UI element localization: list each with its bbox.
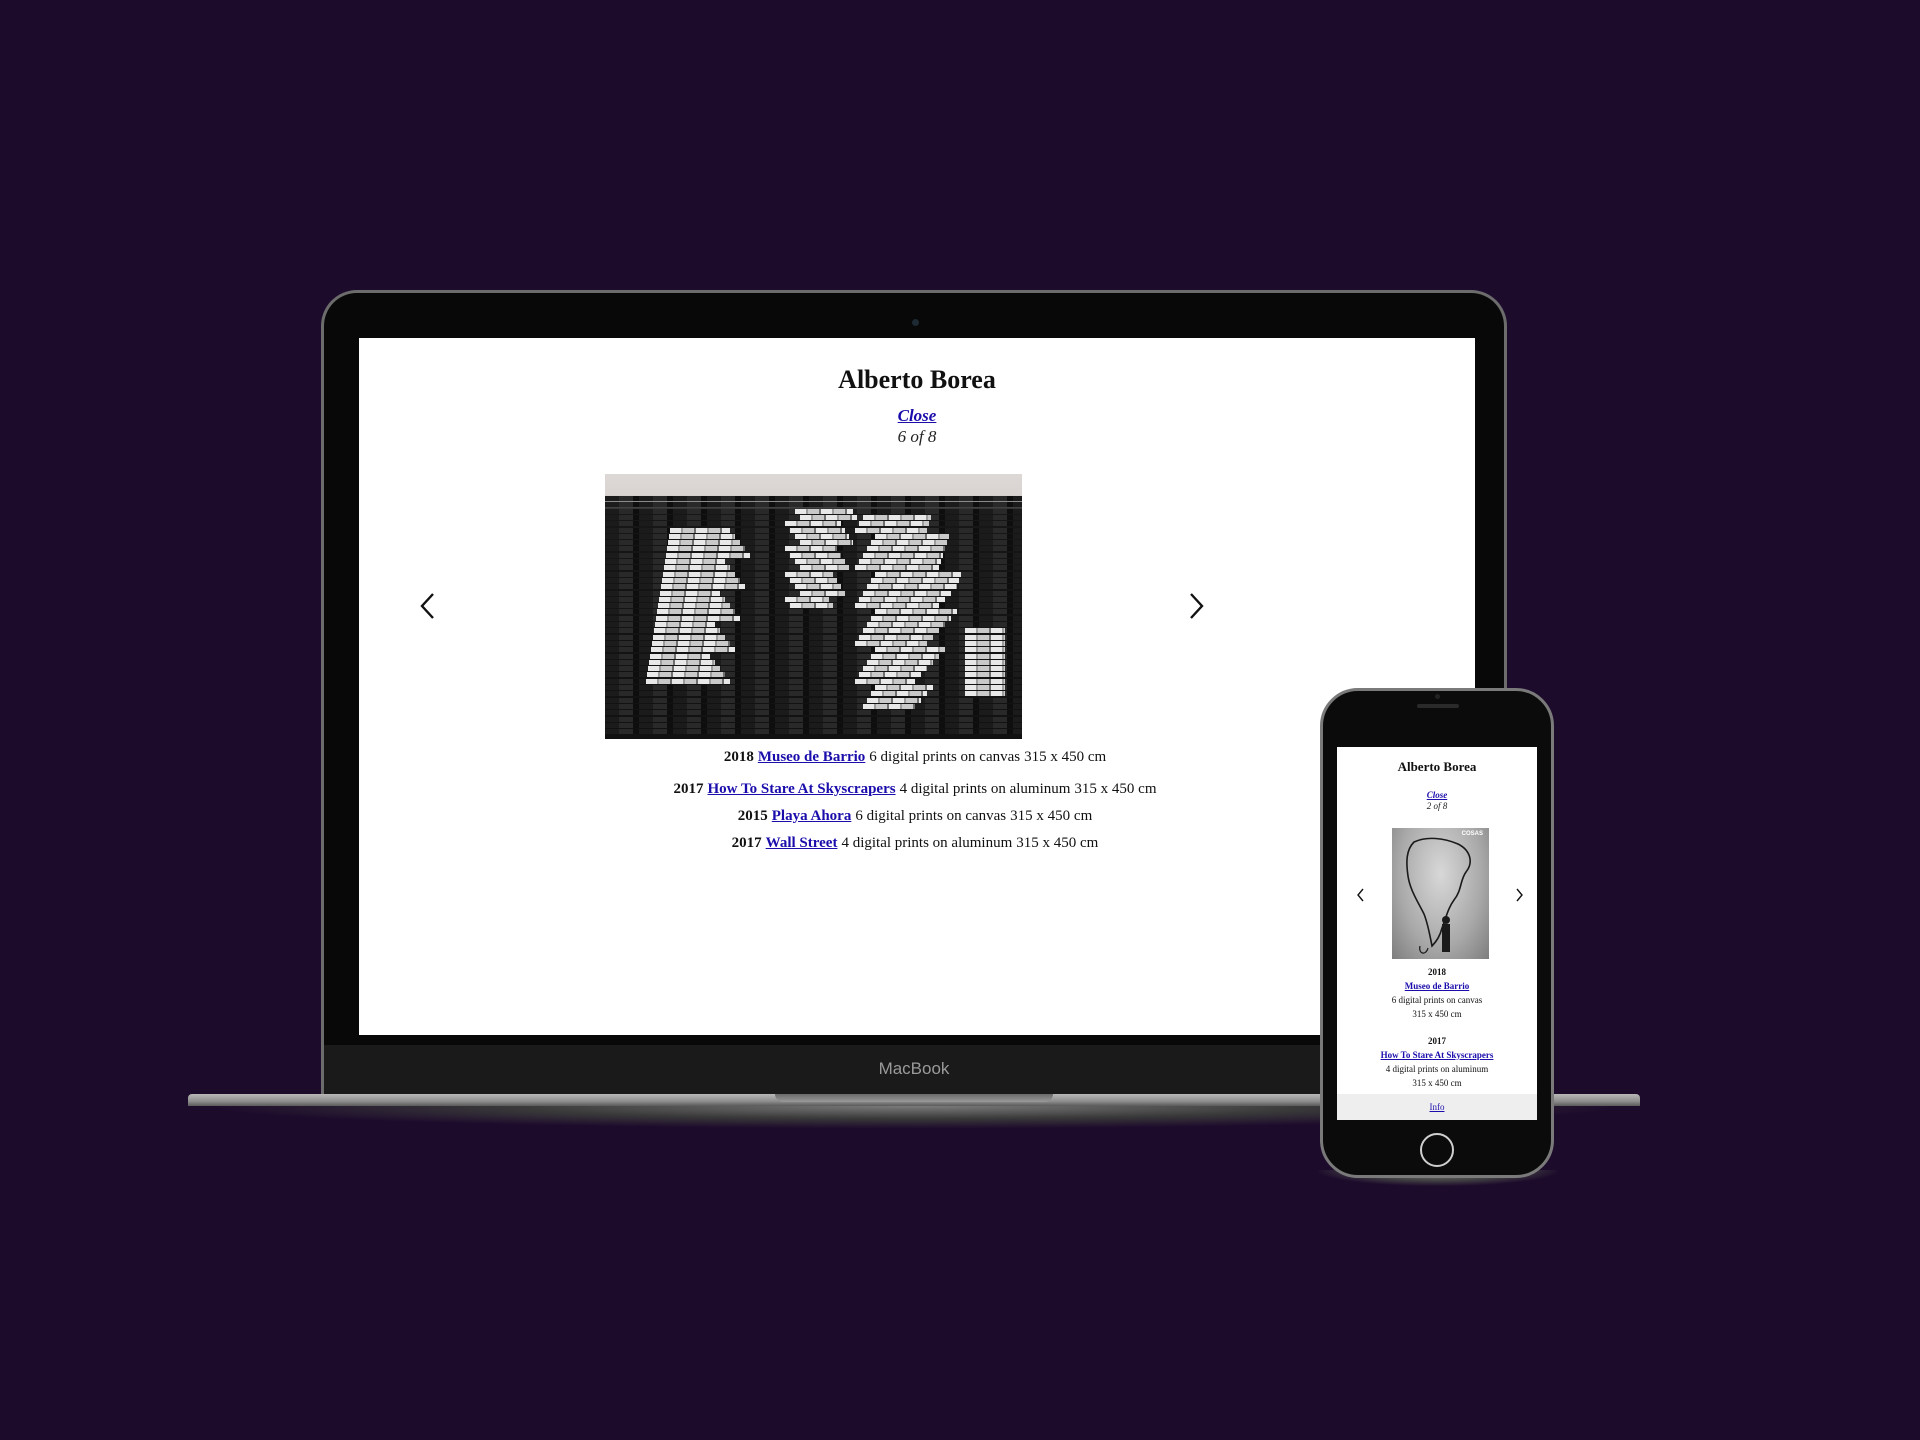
work-row: 2017 How To Stare At Skyscrapers 4 digital…: [359, 776, 1475, 803]
chevron-left-icon[interactable]: [413, 588, 443, 624]
work-year: 2018: [723, 749, 754, 765]
work-size: 315 x 450 cm: [1010, 808, 1093, 824]
laptop-screen: Alberto Borea Close 6 of 8 2018 Museo de …: [359, 338, 1475, 1035]
work-title-link[interactable]: Playa Ahora: [772, 808, 852, 824]
artwork-image: [605, 474, 1022, 739]
chevron-left-icon[interactable]: [1355, 887, 1367, 903]
mobile-work-size: 315 x 450 cm: [1412, 1078, 1462, 1088]
work-size: 315 x 450 cm: [1024, 749, 1107, 765]
work-medium: 4 digital prints on aluminum: [899, 781, 1071, 797]
work-row: 2018 Museo de Barrio 6 digital prints on c…: [359, 744, 1475, 771]
work-medium: 6 digital prints on canvas: [869, 749, 1021, 765]
map-outline-drawing: [1406, 837, 1471, 954]
chevron-right-icon[interactable]: [1181, 588, 1211, 624]
mobile-work-medium: 6 digital prints on canvas: [1391, 995, 1483, 1005]
image-counter: 6 of 8: [897, 427, 937, 446]
mobile-close-wrapper: Close: [1337, 790, 1537, 800]
work-year: 2017: [731, 835, 762, 851]
page-title: Alberto Borea: [838, 365, 996, 394]
work-medium: 6 digital prints on canvas: [855, 808, 1007, 824]
mobile-work-title-link[interactable]: How To Stare At Skyscrapers: [1381, 1050, 1494, 1060]
close-link[interactable]: Close: [898, 406, 937, 425]
mobile-footer: Info: [1337, 1094, 1537, 1120]
mobile-work-medium: 4 digital prints on aluminum: [1385, 1064, 1489, 1074]
phone-camera: [1435, 694, 1440, 699]
laptop-notch: [775, 1094, 1053, 1102]
phone-speaker: [1417, 704, 1459, 708]
mobile-work-title-link[interactable]: Museo de Barrio: [1405, 981, 1470, 991]
work-title-link[interactable]: Museo de Barrio: [758, 749, 865, 765]
mobile-work-year: 2018: [1428, 967, 1446, 977]
work-title-link[interactable]: Wall Street: [766, 835, 838, 851]
info-link[interactable]: Info: [1430, 1102, 1445, 1112]
mobile-work-size: 315 x 450 cm: [1412, 1009, 1462, 1019]
mobile-work-item: 2018 Museo de Barrio 6 digital prints on c…: [1337, 965, 1537, 1021]
work-title-link[interactable]: How To Stare At Skyscrapers: [708, 781, 896, 797]
work-year: 2017: [673, 781, 704, 797]
mobile-works-list: 2018 Museo de Barrio 6 digital prints on c…: [1337, 965, 1537, 1103]
close-link-wrapper: Close: [359, 406, 1475, 426]
work-row: 2015 Playa Ahora 6 digital prints on canva…: [359, 803, 1475, 830]
mobile-work-year: 2017: [1428, 1036, 1446, 1046]
mobile-page-title: Alberto Borea: [1397, 759, 1477, 774]
phone-screen: Alberto Borea Close 2 of 8 COSAS 2018 Mus…: [1337, 747, 1537, 1120]
laptop-camera: [912, 319, 919, 326]
mobile-work-item: 2017 How To Stare At Skyscrapers 4 digital…: [1337, 1034, 1537, 1090]
mobile-image-counter: 2 of 8: [1426, 801, 1448, 811]
home-button[interactable]: [1420, 1133, 1454, 1167]
work-size: 315 x 450 cm: [1074, 781, 1157, 797]
work-size: 315 x 450 cm: [1016, 835, 1099, 851]
mobile-artwork-image: COSAS: [1392, 828, 1489, 959]
phone-mockup: Alberto Borea Close 2 of 8 COSAS 2018 Mus…: [1320, 688, 1554, 1178]
chevron-right-icon[interactable]: [1513, 887, 1525, 903]
work-year: 2015: [737, 808, 768, 824]
work-medium: 4 digital prints on aluminum: [841, 835, 1013, 851]
mobile-close-link[interactable]: Close: [1427, 790, 1448, 800]
works-list: 2018 Museo de Barrio 6 digital prints on c…: [359, 744, 1475, 857]
work-row: 2017 Wall Street 4 digital prints on alumi…: [359, 830, 1475, 857]
